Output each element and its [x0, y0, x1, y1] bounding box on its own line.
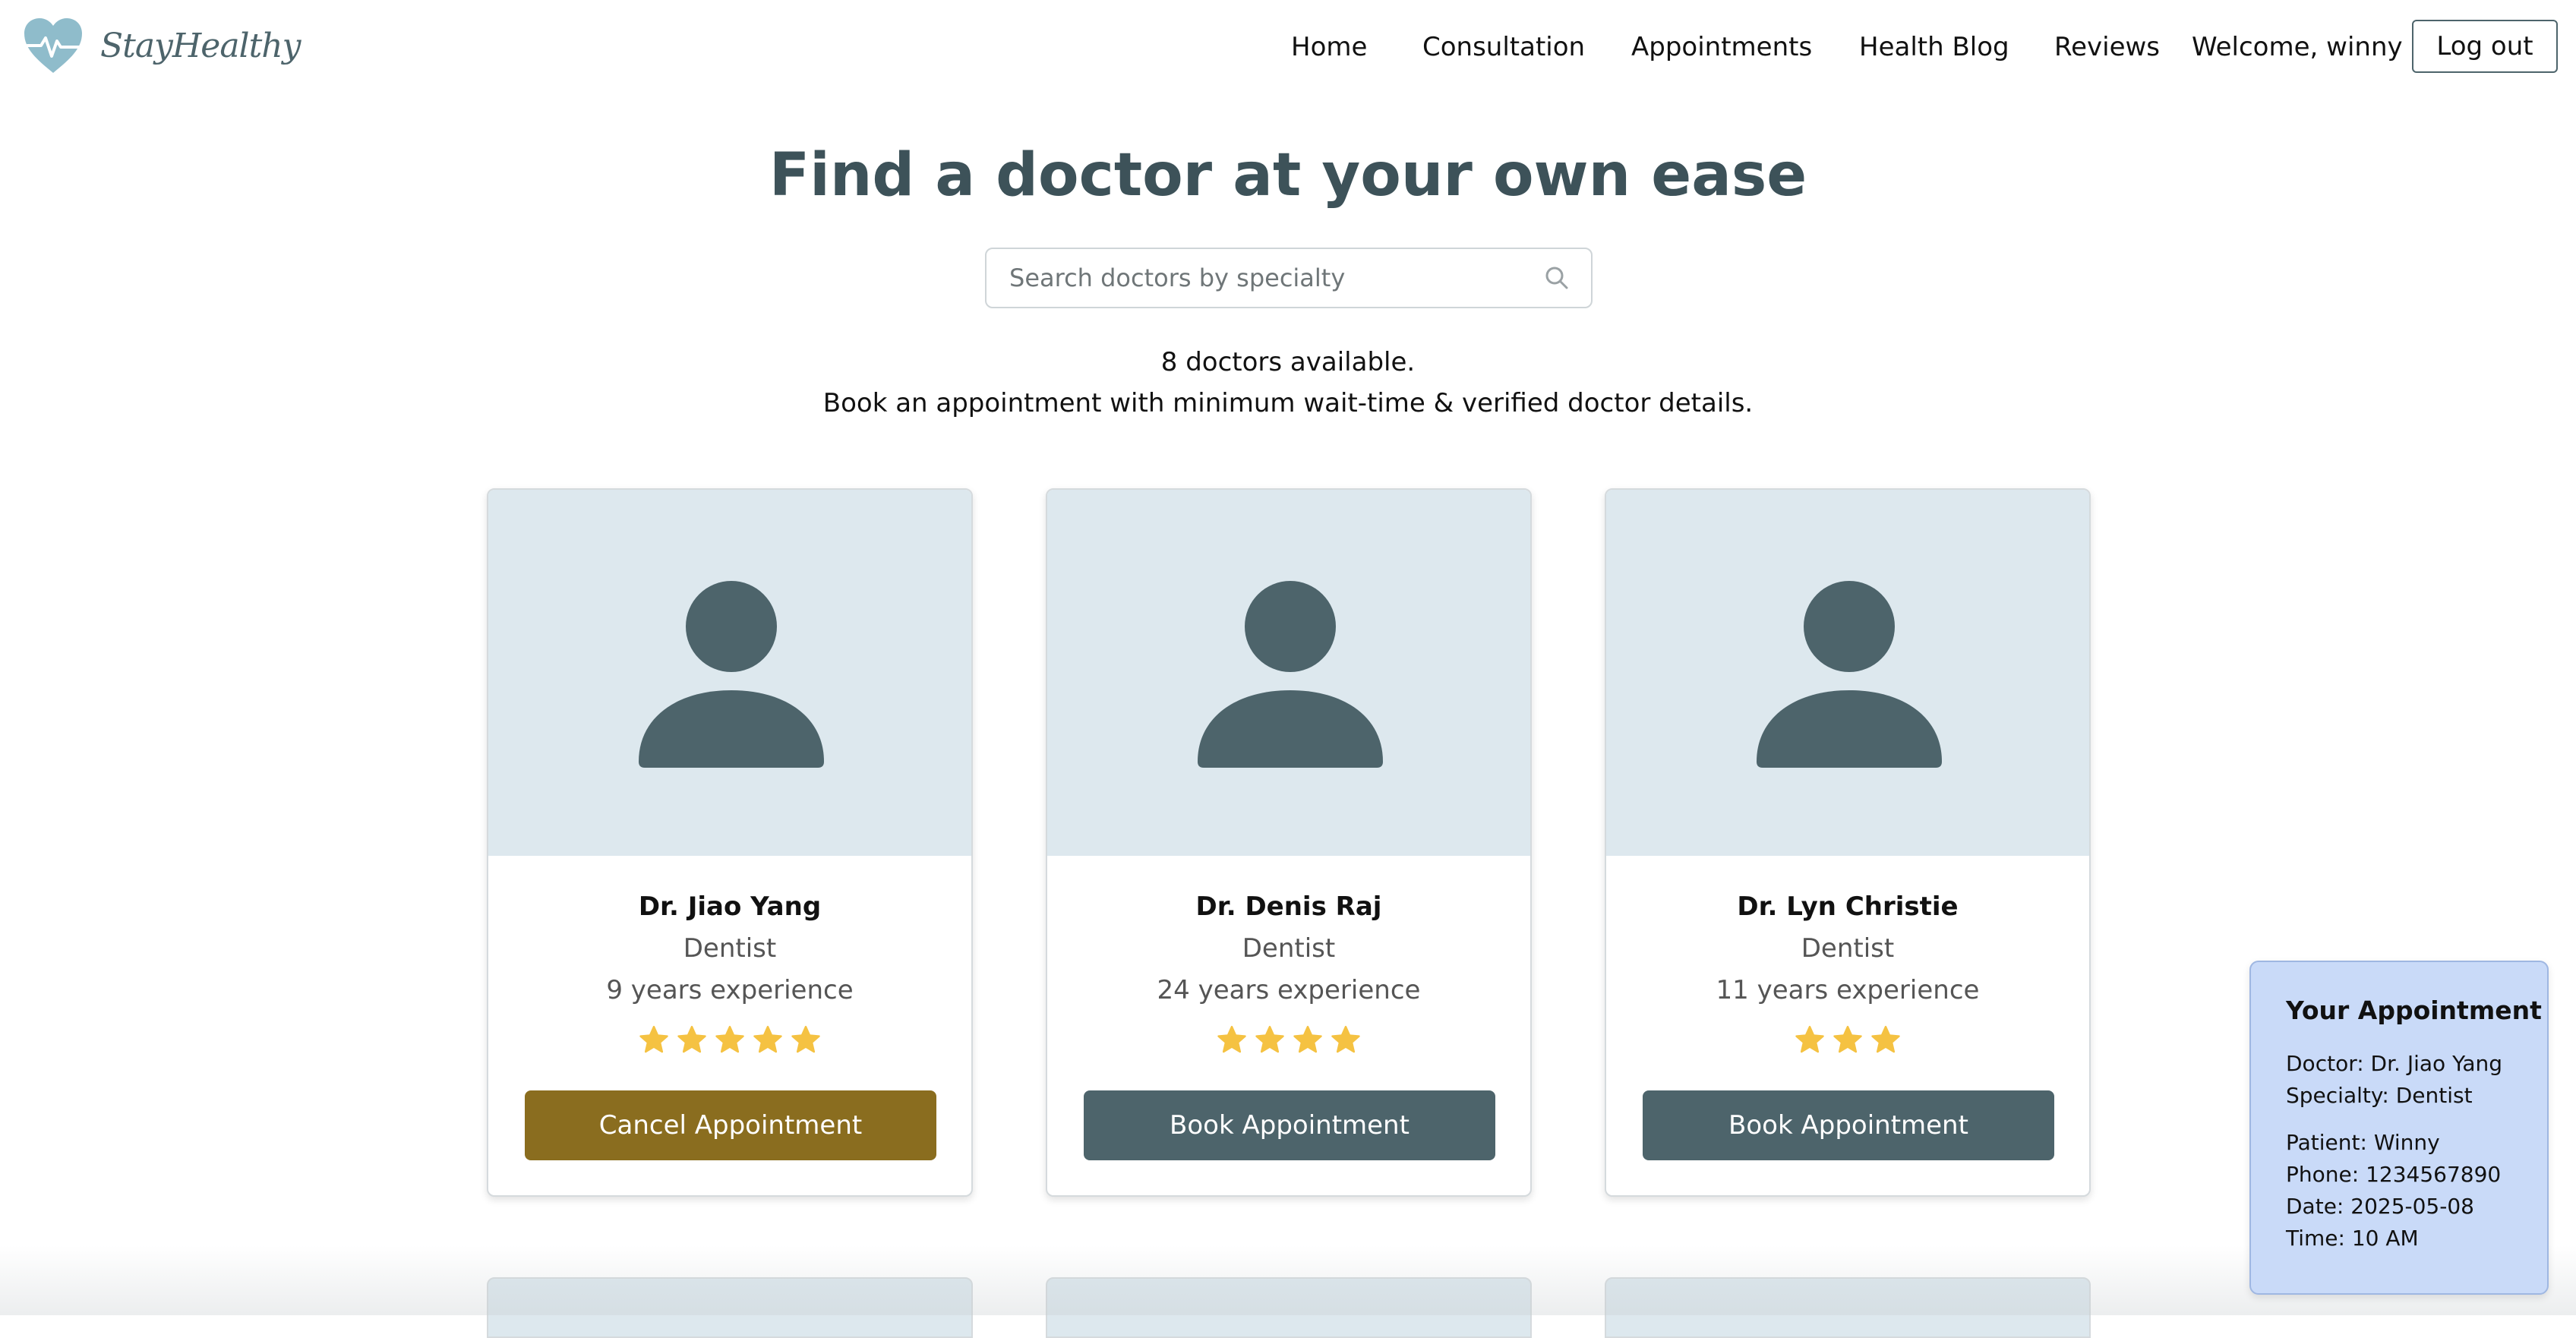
- doctor-experience: 9 years experience: [606, 975, 854, 1005]
- appointment-doctor: Doctor: Dr. Jiao Yang: [2286, 1051, 2503, 1076]
- book-appointment-button[interactable]: Book Appointment: [1084, 1090, 1495, 1160]
- appointment-specialty: Specialty: Dentist: [2286, 1083, 2473, 1108]
- logout-button[interactable]: Log out: [2412, 20, 2558, 73]
- cancel-appointment-button[interactable]: Cancel Appointment: [525, 1090, 936, 1160]
- doctor-experience: 24 years experience: [1157, 975, 1421, 1005]
- doctor-card: Dr. Lyn Christie Dentist 11 years experi…: [1605, 488, 2091, 1197]
- appointment-summary-panel: Your Appointment Doctor: Dr. Jiao Yang S…: [2249, 961, 2549, 1295]
- doctor-name: Dr. Denis Raj: [1195, 891, 1382, 922]
- navbar: StayHealthy Home Consultation Appointmen…: [0, 0, 2576, 94]
- star-icon: [1795, 1025, 1824, 1053]
- appointment-date: Date: 2025-05-08: [2286, 1194, 2474, 1219]
- heart-pulse-icon: [24, 18, 82, 73]
- star-icon: [1871, 1025, 1900, 1053]
- appointment-phone: Phone: 1234567890: [2286, 1162, 2502, 1187]
- brand-logo[interactable]: StayHealthy: [21, 14, 301, 77]
- star-rating: [1606, 1024, 2089, 1056]
- nav-link-reviews[interactable]: Reviews: [2054, 26, 2160, 68]
- nav-link-consultation[interactable]: Consultation: [1422, 26, 1585, 68]
- doctor-card: Dr. Denis Raj Dentist 24 years experienc…: [1046, 488, 1532, 1197]
- welcome-text: Welcome, winny: [2192, 32, 2403, 62]
- person-avatar-icon: [1757, 581, 1942, 768]
- doctor-photo: [1047, 490, 1530, 856]
- doctor-specialty: Dentist: [1242, 933, 1336, 964]
- book-appointment-button[interactable]: Book Appointment: [1643, 1090, 2054, 1160]
- star-rating: [1047, 1024, 1530, 1056]
- appointment-time: Time: 10 AM: [2286, 1226, 2419, 1251]
- doctor-specialty: Dentist: [683, 933, 777, 964]
- star-icon: [715, 1025, 744, 1053]
- search-icon[interactable]: [1544, 265, 1570, 291]
- star-icon: [639, 1025, 668, 1053]
- doctor-specialty: Dentist: [1801, 933, 1895, 964]
- person-avatar-icon: [639, 581, 824, 768]
- doctor-card: Dr. Jiao Yang Dentist 9 years experience…: [487, 488, 973, 1197]
- doctor-card-partial: [487, 1277, 973, 1338]
- doctors-available-count: 8 doctors available.: [1160, 347, 1416, 377]
- star-icon: [1331, 1025, 1360, 1053]
- star-icon: [1217, 1025, 1246, 1053]
- search-input[interactable]: [1009, 249, 1511, 307]
- star-icon: [753, 1025, 782, 1053]
- doctor-name: Dr. Jiao Yang: [638, 891, 822, 922]
- doctor-name: Dr. Lyn Christie: [1737, 891, 1959, 922]
- star-icon: [1833, 1025, 1862, 1053]
- star-rating: [488, 1024, 971, 1056]
- star-icon: [1255, 1025, 1284, 1053]
- appointment-title: Your Appointment: [2286, 996, 2542, 1025]
- tagline: Book an appointment with minimum wait-ti…: [822, 388, 1754, 418]
- doctor-photo: [488, 490, 971, 856]
- page-title: Find a doctor at your own ease: [769, 141, 1807, 210]
- brand-name: StayHealthy: [100, 26, 301, 65]
- star-icon: [791, 1025, 820, 1053]
- doctor-card-partial: [1605, 1277, 2091, 1338]
- appointment-patient: Patient: Winny: [2286, 1130, 2440, 1155]
- doctor-card-partial: [1046, 1277, 1532, 1338]
- doctor-experience: 11 years experience: [1716, 975, 1980, 1005]
- search-box: [985, 248, 1593, 308]
- nav-link-appointments[interactable]: Appointments: [1631, 26, 1812, 68]
- nav-link-health-blog[interactable]: Health Blog: [1859, 26, 2009, 68]
- doctor-photo: [1606, 490, 2089, 856]
- star-icon: [1293, 1025, 1322, 1053]
- nav-link-home[interactable]: Home: [1291, 26, 1367, 68]
- person-avatar-icon: [1198, 581, 1383, 768]
- star-icon: [677, 1025, 706, 1053]
